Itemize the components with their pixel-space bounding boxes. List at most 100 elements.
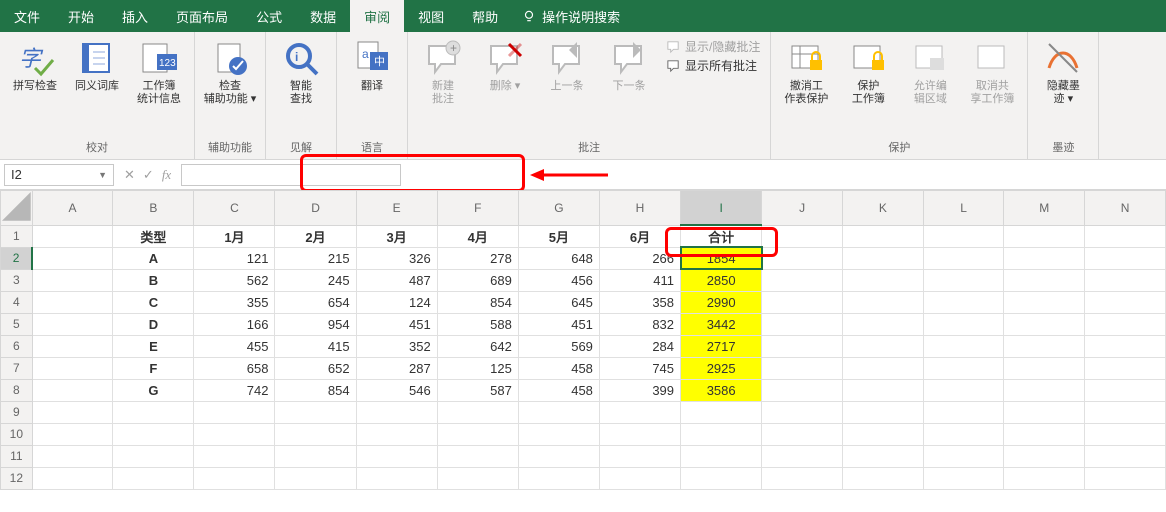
cell-I3[interactable]: 2850 [681, 269, 762, 291]
cell-C7[interactable]: 658 [194, 357, 275, 379]
cell-F7[interactable]: 125 [437, 357, 518, 379]
smart-lookup-button[interactable]: i 智能 查找 [272, 36, 330, 106]
cell-N7[interactable] [1085, 357, 1166, 379]
cell-I10[interactable] [681, 423, 762, 445]
cell-F2[interactable]: 278 [437, 247, 518, 269]
cell-L3[interactable] [923, 269, 1004, 291]
unshare-workbook-button[interactable]: 取消共 享工作簿 [963, 36, 1021, 106]
cell-B7[interactable]: F [113, 357, 194, 379]
row-header-5[interactable]: 5 [1, 313, 33, 335]
cell-J1[interactable] [762, 225, 843, 247]
row-header-1[interactable]: 1 [1, 225, 33, 247]
cell-F10[interactable] [437, 423, 518, 445]
cell-G1[interactable]: 5月 [518, 225, 599, 247]
cell-A4[interactable] [32, 291, 113, 313]
cell-L7[interactable] [923, 357, 1004, 379]
cell-L6[interactable] [923, 335, 1004, 357]
cell-I2[interactable]: 1854 [681, 247, 762, 269]
cell-I4[interactable]: 2990 [681, 291, 762, 313]
cell-B9[interactable] [113, 401, 194, 423]
cell-A1[interactable] [32, 225, 113, 247]
cell-H5[interactable]: 832 [599, 313, 680, 335]
cell-C5[interactable]: 166 [194, 313, 275, 335]
cell-F3[interactable]: 689 [437, 269, 518, 291]
cell-C9[interactable] [194, 401, 275, 423]
cell-D12[interactable] [275, 467, 356, 489]
cell-A5[interactable] [32, 313, 113, 335]
cell-B10[interactable] [113, 423, 194, 445]
col-header-D[interactable]: D [275, 191, 356, 226]
cell-J2[interactable] [762, 247, 843, 269]
cell-M9[interactable] [1004, 401, 1085, 423]
cell-L1[interactable] [923, 225, 1004, 247]
workbook-stats-button[interactable]: 123 工作簿 统计信息 [130, 36, 188, 106]
show-all-comments-button[interactable]: 显示所有批注 [666, 57, 760, 74]
cell-G5[interactable]: 451 [518, 313, 599, 335]
cell-B11[interactable] [113, 445, 194, 467]
cell-K1[interactable] [843, 225, 924, 247]
cell-C10[interactable] [194, 423, 275, 445]
cell-E11[interactable] [356, 445, 437, 467]
cell-N8[interactable] [1085, 379, 1166, 401]
cell-N12[interactable] [1085, 467, 1166, 489]
cell-C6[interactable]: 455 [194, 335, 275, 357]
enter-formula-icon[interactable]: ✓ [143, 167, 154, 183]
cell-K10[interactable] [843, 423, 924, 445]
cell-B3[interactable]: B [113, 269, 194, 291]
cell-N10[interactable] [1085, 423, 1166, 445]
cell-G9[interactable] [518, 401, 599, 423]
cell-G3[interactable]: 456 [518, 269, 599, 291]
cell-I9[interactable] [681, 401, 762, 423]
cell-D6[interactable]: 415 [275, 335, 356, 357]
tab-home[interactable]: 开始 [54, 0, 108, 32]
tab-file[interactable]: 文件 [0, 0, 54, 32]
col-header-L[interactable]: L [923, 191, 1004, 226]
cell-A6[interactable] [32, 335, 113, 357]
cell-K7[interactable] [843, 357, 924, 379]
cell-H1[interactable]: 6月 [599, 225, 680, 247]
cell-L4[interactable] [923, 291, 1004, 313]
cell-E4[interactable]: 124 [356, 291, 437, 313]
cell-D1[interactable]: 2月 [275, 225, 356, 247]
next-comment-button[interactable]: 下一条 [600, 36, 658, 93]
cell-A7[interactable] [32, 357, 113, 379]
cell-N5[interactable] [1085, 313, 1166, 335]
cell-F1[interactable]: 4月 [437, 225, 518, 247]
cell-L11[interactable] [923, 445, 1004, 467]
cell-K4[interactable] [843, 291, 924, 313]
cell-B8[interactable]: G [113, 379, 194, 401]
cell-L2[interactable] [923, 247, 1004, 269]
cell-B6[interactable]: E [113, 335, 194, 357]
cell-A12[interactable] [32, 467, 113, 489]
cell-D11[interactable] [275, 445, 356, 467]
row-header-8[interactable]: 8 [1, 379, 33, 401]
cell-J12[interactable] [762, 467, 843, 489]
cell-C3[interactable]: 562 [194, 269, 275, 291]
thesaurus-button[interactable]: 同义词库 [68, 36, 126, 93]
cancel-formula-icon[interactable]: ✕ [124, 167, 135, 183]
cell-D10[interactable] [275, 423, 356, 445]
cell-L10[interactable] [923, 423, 1004, 445]
cell-N3[interactable] [1085, 269, 1166, 291]
cell-M6[interactable] [1004, 335, 1085, 357]
delete-comment-button[interactable]: 删除 ▾ [476, 36, 534, 93]
cell-A3[interactable] [32, 269, 113, 291]
cell-H4[interactable]: 358 [599, 291, 680, 313]
col-header-A[interactable]: A [32, 191, 113, 226]
cell-L8[interactable] [923, 379, 1004, 401]
cell-A10[interactable] [32, 423, 113, 445]
cell-A11[interactable] [32, 445, 113, 467]
cell-B12[interactable] [113, 467, 194, 489]
cell-J8[interactable] [762, 379, 843, 401]
cell-G10[interactable] [518, 423, 599, 445]
cell-J4[interactable] [762, 291, 843, 313]
cell-H6[interactable]: 284 [599, 335, 680, 357]
tell-me-search[interactable]: 操作说明搜索 [522, 0, 620, 32]
cell-J10[interactable] [762, 423, 843, 445]
tab-insert[interactable]: 插入 [108, 0, 162, 32]
cell-K3[interactable] [843, 269, 924, 291]
cell-A8[interactable] [32, 379, 113, 401]
col-header-C[interactable]: C [194, 191, 275, 226]
cell-F5[interactable]: 588 [437, 313, 518, 335]
cell-L12[interactable] [923, 467, 1004, 489]
